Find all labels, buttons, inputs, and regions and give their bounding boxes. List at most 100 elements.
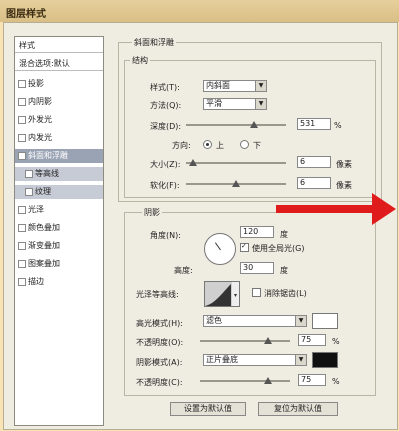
red-arrow-shaft [276, 205, 376, 213]
angle-unit: 度 [280, 230, 288, 239]
checkbox[interactable] [18, 259, 26, 268]
sidebar-item-inner-shadow[interactable]: 内阴影 [15, 95, 103, 109]
red-arrow-icon [372, 193, 396, 225]
direction-up-radio[interactable] [203, 140, 212, 149]
highlight-opacity-thumb[interactable] [264, 337, 272, 344]
checkbox[interactable] [18, 277, 26, 286]
technique-select-value: 平滑 [206, 99, 222, 108]
shadow-mode-value: 正片叠底 [206, 355, 238, 364]
window-title: 图层样式 [6, 9, 46, 20]
shading-title: 阴影 [142, 207, 162, 218]
angle-dial-hand [214, 242, 221, 251]
size-slider-track[interactable] [186, 162, 286, 164]
checkbox[interactable] [18, 205, 26, 214]
sidebar-item-texture[interactable]: 纹理 [15, 185, 103, 199]
shadow-opacity-thumb[interactable] [264, 377, 272, 384]
sidebar-item-pattern-overlay[interactable]: 图案叠加 [15, 257, 103, 271]
gloss-contour-label: 光泽等高线: [136, 290, 179, 299]
direction-label: 方向: [172, 141, 191, 150]
altitude-unit: 度 [280, 266, 288, 275]
altitude-label: 高度: [174, 266, 193, 275]
blend-options-item[interactable]: 混合选项:默认 [15, 57, 103, 71]
chevron-down-icon: ▼ [255, 81, 266, 91]
direction-down-label: 下 [253, 141, 261, 150]
sidebar-item-stroke[interactable]: 描边 [15, 275, 103, 289]
set-default-button[interactable]: 设置为默认值 [170, 402, 246, 416]
chevron-down-icon: ▼ [295, 316, 306, 326]
soften-slider-thumb[interactable] [232, 180, 240, 187]
depth-label: 深度(D): [150, 122, 182, 131]
highlight-opacity-unit: % [332, 337, 340, 346]
sidebar-item-inner-glow[interactable]: 内发光 [15, 131, 103, 145]
sidebar-item-label: 投影 [28, 79, 44, 88]
checkbox[interactable] [18, 241, 26, 250]
checkbox[interactable] [18, 133, 26, 142]
bevel-emboss-title: 斜面和浮雕 [132, 37, 176, 48]
shadow-opacity-unit: % [332, 377, 340, 386]
blend-options-label: 混合选项:默认 [19, 59, 70, 68]
global-light-label: 使用全局光(G) [252, 244, 305, 253]
technique-select[interactable]: 平滑 ▼ [203, 98, 267, 110]
gloss-contour-preview[interactable]: ▾ [204, 281, 240, 307]
soften-unit: 像素 [336, 181, 352, 190]
checkbox[interactable] [18, 115, 26, 124]
style-select-value: 内斜面 [206, 81, 230, 90]
contour-curve-icon: ▾ [205, 282, 239, 306]
sidebar-item-outer-glow[interactable]: 外发光 [15, 113, 103, 127]
sidebar-item-bevel-emboss[interactable]: 斜面和浮雕 [15, 149, 103, 163]
direction-down-radio[interactable] [240, 140, 249, 149]
shadow-opacity-input[interactable]: 75 [298, 374, 326, 386]
sidebar-item-label: 等高线 [35, 169, 59, 178]
depth-slider-track[interactable] [186, 124, 286, 126]
highlight-opacity-input[interactable]: 75 [298, 334, 326, 346]
styles-header-label: 样式 [19, 41, 35, 50]
sidebar-item-label: 图案叠加 [28, 259, 60, 268]
sidebar-item-satin[interactable]: 光泽 [15, 203, 103, 217]
sidebar-item-label: 斜面和浮雕 [28, 151, 68, 160]
checkbox[interactable] [18, 151, 26, 160]
size-input[interactable]: 6 [297, 156, 331, 168]
highlight-opacity-label: 不透明度(O): [136, 338, 184, 347]
depth-unit: % [334, 121, 342, 130]
highlight-opacity-track[interactable] [200, 340, 290, 342]
checkbox[interactable] [25, 187, 33, 196]
sidebar-item-label: 纹理 [35, 187, 51, 196]
structure-title: 结构 [130, 55, 150, 66]
global-light-checkbox[interactable] [240, 242, 249, 252]
angle-dial[interactable] [204, 233, 236, 265]
sidebar-item-gradient-overlay[interactable]: 渐变叠加 [15, 239, 103, 253]
style-list: 样式 混合选项:默认 投影 内阴影 外发光 内发光 斜面和浮雕 等高线 纹理 光… [14, 36, 104, 426]
sidebar-item-label: 光泽 [28, 205, 44, 214]
styles-header[interactable]: 样式 [15, 39, 103, 53]
sidebar-item-label: 外发光 [28, 115, 52, 124]
size-slider-thumb[interactable] [189, 159, 197, 166]
reset-default-button[interactable]: 复位为默认值 [258, 402, 338, 416]
sidebar-item-label: 渐变叠加 [28, 241, 60, 250]
style-select[interactable]: 内斜面 ▼ [203, 80, 267, 92]
sidebar-item-color-overlay[interactable]: 颜色叠加 [15, 221, 103, 235]
highlight-mode-value: 滤色 [206, 316, 222, 325]
depth-input[interactable]: 531 [297, 118, 331, 130]
checkbox[interactable] [18, 223, 26, 232]
shadow-mode-select[interactable]: 正片叠底 ▼ [203, 354, 307, 366]
angle-input[interactable]: 120 [240, 226, 274, 238]
shadow-color-swatch[interactable] [312, 352, 338, 368]
sidebar-item-label: 内发光 [28, 133, 52, 142]
checkbox[interactable] [18, 97, 26, 106]
highlight-mode-select[interactable]: 滤色 ▼ [203, 315, 307, 327]
anti-alias-checkbox[interactable] [252, 288, 261, 297]
altitude-input[interactable]: 30 [240, 262, 274, 274]
sidebar-item-drop-shadow[interactable]: 投影 [15, 77, 103, 91]
depth-slider-thumb[interactable] [250, 121, 258, 128]
checkbox[interactable] [18, 79, 26, 88]
sidebar-item-label: 颜色叠加 [28, 223, 60, 232]
soften-label: 软化(F): [150, 181, 180, 190]
anti-alias-label: 消除锯齿(L) [264, 289, 307, 298]
angle-label: 角度(N): [150, 231, 181, 240]
highlight-color-swatch[interactable] [312, 313, 338, 329]
checkbox[interactable] [25, 169, 33, 178]
shadow-opacity-track[interactable] [200, 380, 290, 382]
sidebar-item-contour[interactable]: 等高线 [15, 167, 103, 181]
soften-input[interactable]: 6 [297, 177, 331, 189]
title-bar: 图层样式 [0, 0, 399, 22]
